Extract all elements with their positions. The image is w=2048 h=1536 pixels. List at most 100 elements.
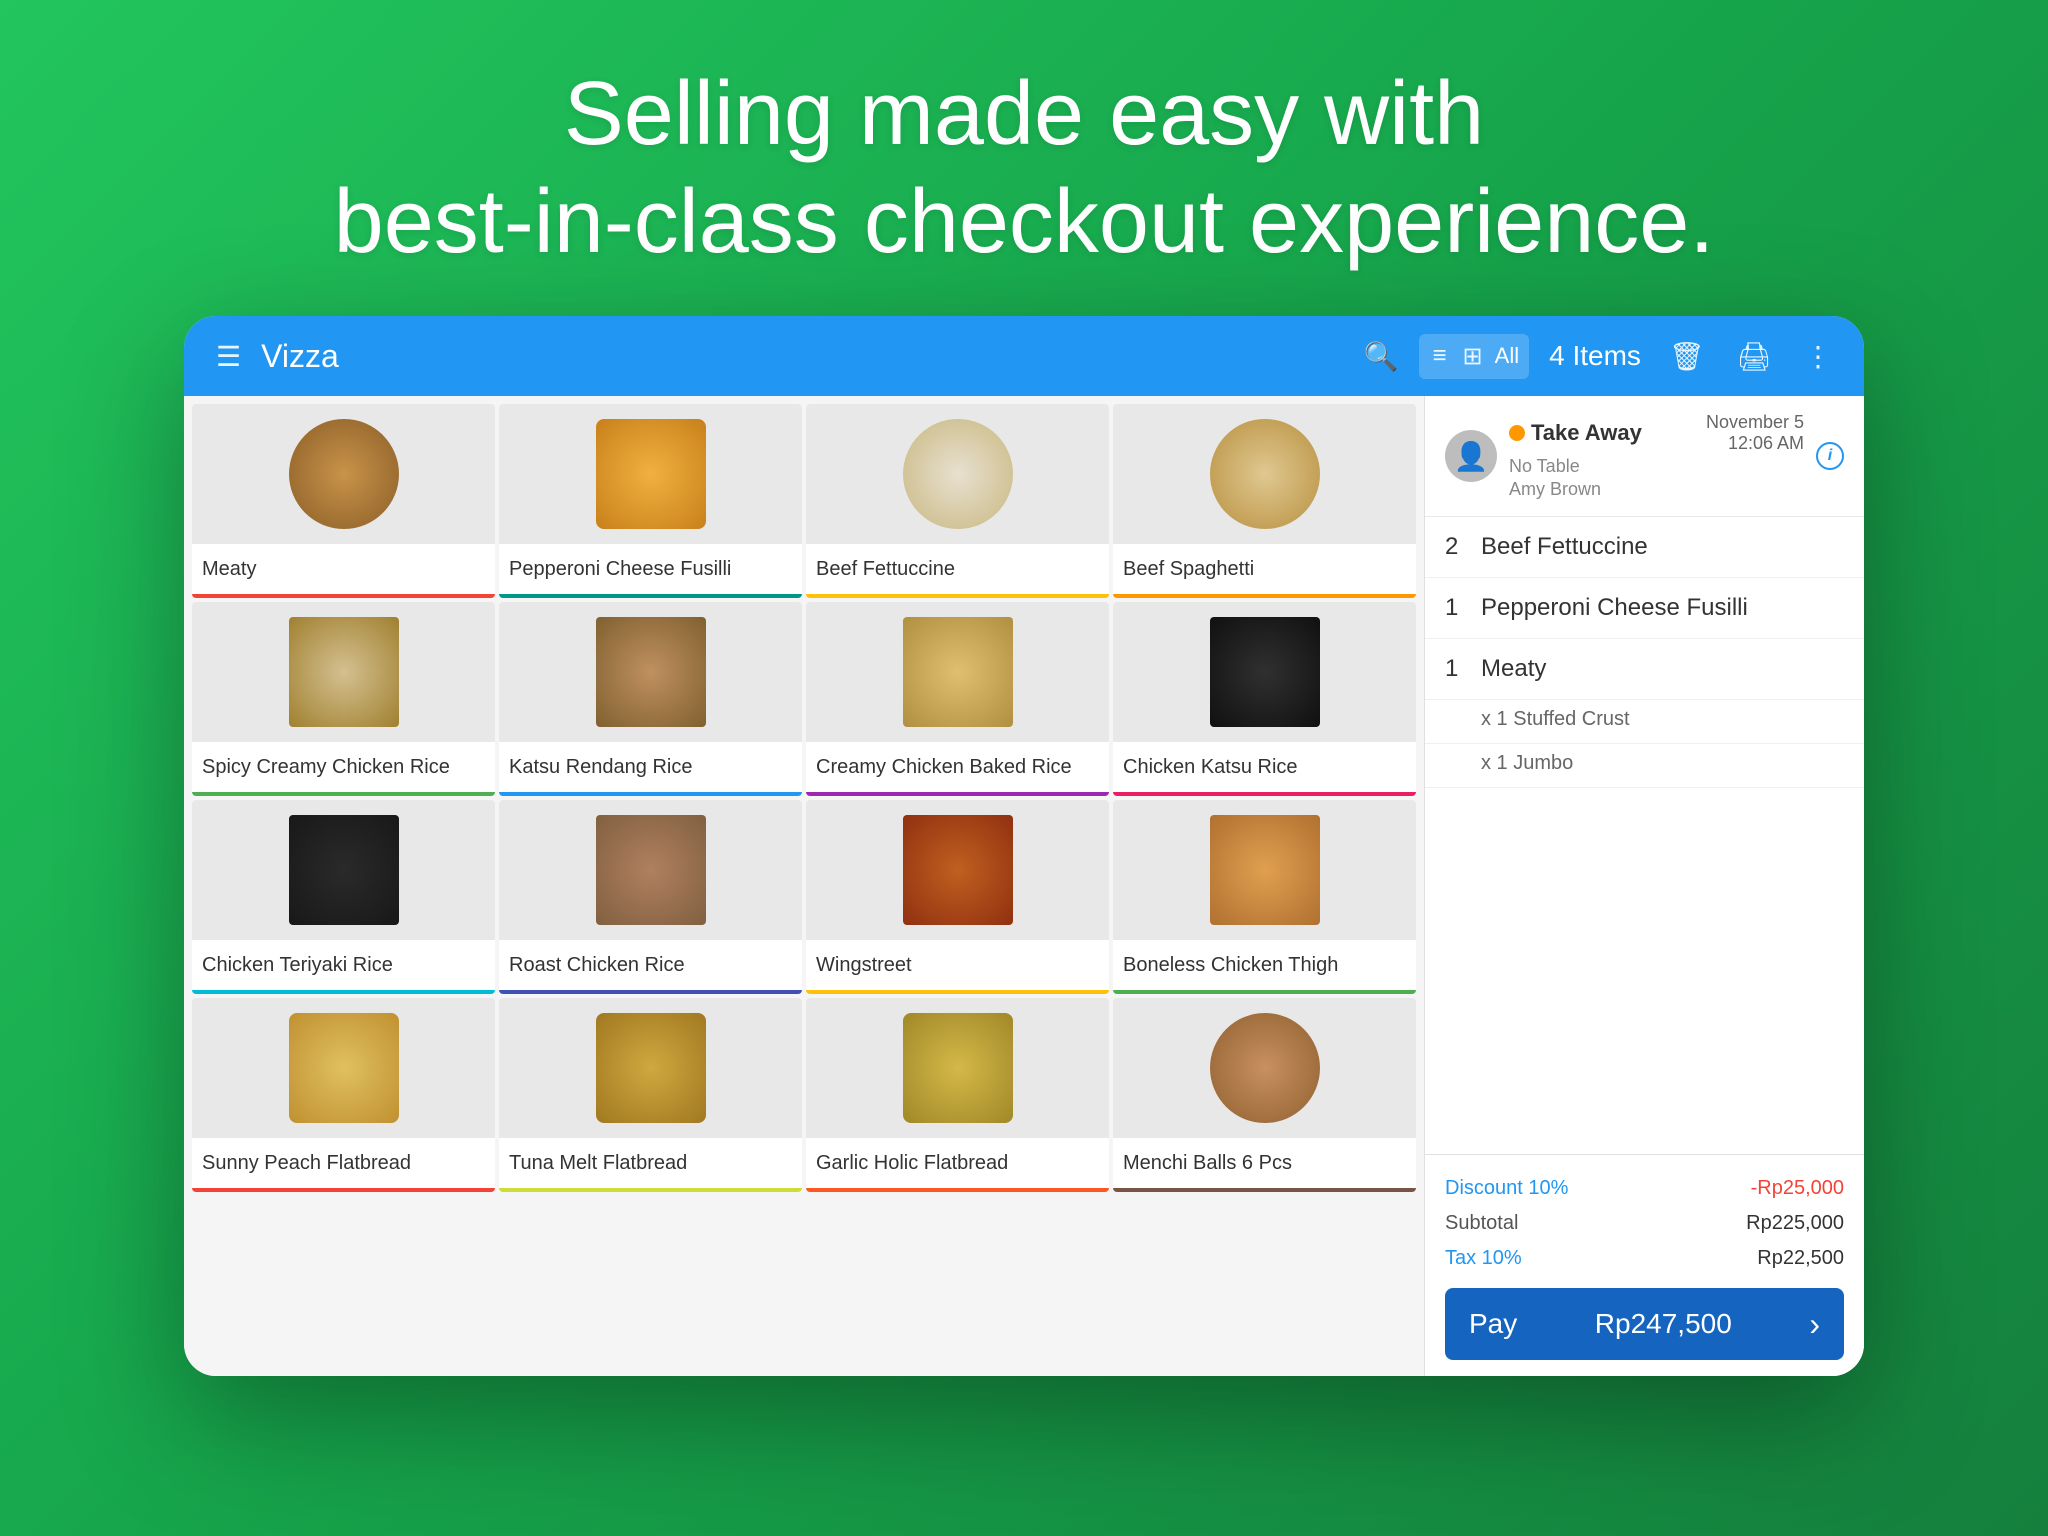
menu-item-name: Chicken Teriyaki Rice — [192, 940, 495, 990]
menu-item-bar — [499, 792, 802, 796]
discount-label: Discount 10% — [1445, 1177, 1568, 1200]
food-image — [289, 617, 399, 727]
food-image — [903, 815, 1013, 925]
food-image — [903, 1013, 1013, 1123]
food-image — [903, 419, 1013, 529]
pay-button[interactable]: Pay Rp247,500 › — [1445, 1288, 1844, 1360]
menu-item[interactable]: Tuna Melt Flatbread — [499, 998, 802, 1192]
menu-item-image — [1113, 800, 1416, 940]
order-type-label: Take Away — [1531, 420, 1642, 446]
view-toggle: ≡ ⊞ All — [1419, 334, 1530, 379]
avatar-icon: 👤 — [1454, 440, 1489, 473]
subtotal-label: Subtotal — [1445, 1212, 1518, 1235]
menu-item[interactable]: Pepperoni Cheese Fusilli — [499, 404, 802, 598]
menu-item-name: Roast Chicken Rice — [499, 940, 802, 990]
order-header: 👤 Take Away November 5 12:06 AM No Table — [1425, 396, 1864, 517]
subtotal-row: Subtotal Rp225,000 — [1445, 1206, 1844, 1241]
menu-item[interactable]: Wingstreet — [806, 800, 1109, 994]
menu-item-name: Sunny Peach Flatbread — [192, 1138, 495, 1188]
food-image — [596, 419, 706, 529]
menu-item[interactable]: Spicy Creamy Chicken Rice — [192, 602, 495, 796]
delete-button[interactable]: 🗑 — [1665, 336, 1709, 377]
pay-amount: Rp247,500 — [1595, 1308, 1732, 1340]
menu-item[interactable]: Roast Chicken Rice — [499, 800, 802, 994]
list-view-button[interactable]: ≡ — [1429, 338, 1451, 374]
search-button[interactable]: 🔍 — [1360, 336, 1403, 377]
menu-item-image — [806, 998, 1109, 1138]
order-sub-row: x 1 Jumbo — [1425, 744, 1864, 788]
discount-row: Discount 10% -Rp25,000 — [1445, 1171, 1844, 1206]
menu-item[interactable]: Chicken Katsu Rice — [1113, 602, 1416, 796]
order-panel: 👤 Take Away November 5 12:06 AM No Table — [1424, 396, 1864, 1376]
menu-item[interactable]: Sunny Peach Flatbread — [192, 998, 495, 1192]
order-sub-name: x 1 Jumbo — [1481, 752, 1573, 774]
order-sub-row: x 1 Stuffed Crust — [1425, 700, 1864, 744]
order-item-row[interactable]: 2 Beef Fettuccine — [1425, 517, 1864, 578]
order-item-name: Meaty — [1481, 655, 1844, 683]
food-image — [289, 1013, 399, 1123]
menu-item[interactable]: Menchi Balls 6 Pcs — [1113, 998, 1416, 1192]
tax-row: Tax 10% Rp22,500 — [1445, 1241, 1844, 1276]
more-options-button[interactable]: ⋮ — [1800, 336, 1836, 377]
info-icon[interactable]: i — [1816, 442, 1844, 470]
grid-view-button[interactable]: ⊞ — [1459, 338, 1487, 375]
menu-item-name: Katsu Rendang Rice — [499, 742, 802, 792]
menu-item-image — [192, 602, 495, 742]
menu-item-image — [1113, 602, 1416, 742]
menu-item[interactable]: Meaty — [192, 404, 495, 598]
order-item-row[interactable]: 1 Meaty — [1425, 639, 1864, 700]
all-label: All — [1495, 343, 1519, 369]
menu-item-bar — [1113, 594, 1416, 598]
top-bar-center: 🔍 ≡ ⊞ All — [1360, 334, 1529, 379]
menu-item-image — [192, 998, 495, 1138]
hero-line1: Selling made easy with — [564, 64, 1484, 164]
order-info: Take Away November 5 12:06 AM No Table A… — [1509, 412, 1804, 500]
menu-item-name: Meaty — [192, 544, 495, 594]
device-frame: ☰ Vizza 🔍 ≡ ⊞ All 4 Items 🗑 🖨 ⋮ Meaty — [184, 316, 1864, 1376]
food-image — [1210, 617, 1320, 727]
avatar: 👤 — [1445, 430, 1497, 482]
order-time: 12:06 AM — [1728, 433, 1804, 454]
menu-item-name: Garlic Holic Flatbread — [806, 1138, 1109, 1188]
pay-label: Pay — [1469, 1308, 1517, 1340]
order-items: 2 Beef Fettuccine 1 Pepperoni Cheese Fus… — [1425, 517, 1864, 1154]
menu-grid: Meaty Pepperoni Cheese Fusilli Beef Fett… — [192, 404, 1416, 1192]
main-content: Meaty Pepperoni Cheese Fusilli Beef Fett… — [184, 396, 1864, 1376]
hamburger-button[interactable]: ☰ — [212, 336, 245, 377]
takeaway-dot — [1509, 425, 1525, 441]
menu-item-name: Creamy Chicken Baked Rice — [806, 742, 1109, 792]
food-image — [289, 815, 399, 925]
menu-item-name: Chicken Katsu Rice — [1113, 742, 1416, 792]
menu-item[interactable]: Katsu Rendang Rice — [499, 602, 802, 796]
food-image — [596, 617, 706, 727]
hero-line2: best-in-class checkout experience. — [334, 172, 1715, 272]
order-item-row[interactable]: 1 Pepperoni Cheese Fusilli — [1425, 578, 1864, 639]
menu-item[interactable]: Boneless Chicken Thigh — [1113, 800, 1416, 994]
menu-item[interactable]: Chicken Teriyaki Rice — [192, 800, 495, 994]
print-button[interactable]: 🖨 — [1732, 336, 1776, 377]
menu-item[interactable]: Garlic Holic Flatbread — [806, 998, 1109, 1192]
tax-value: Rp22,500 — [1757, 1247, 1844, 1270]
menu-item-bar — [192, 1188, 495, 1192]
subtotal-value: Rp225,000 — [1746, 1212, 1844, 1235]
menu-item-image — [192, 404, 495, 544]
menu-item-image — [806, 404, 1109, 544]
menu-item-bar — [1113, 990, 1416, 994]
food-image — [596, 815, 706, 925]
menu-item[interactable]: Beef Fettuccine — [806, 404, 1109, 598]
order-table: No Table — [1509, 456, 1804, 477]
order-item-name: Pepperoni Cheese Fusilli — [1481, 594, 1844, 622]
menu-item-image — [499, 602, 802, 742]
menu-item-name: Beef Spaghetti — [1113, 544, 1416, 594]
food-image — [1210, 1013, 1320, 1123]
menu-item[interactable]: Creamy Chicken Baked Rice — [806, 602, 1109, 796]
menu-item[interactable]: Beef Spaghetti — [1113, 404, 1416, 598]
menu-item-bar — [192, 594, 495, 598]
tax-label: Tax 10% — [1445, 1247, 1522, 1270]
top-bar-right: 4 Items 🗑 🖨 ⋮ — [1549, 336, 1836, 377]
menu-item-image — [499, 404, 802, 544]
order-type-row: Take Away November 5 12:06 AM — [1509, 412, 1804, 454]
menu-item-image — [806, 800, 1109, 940]
menu-item-image — [499, 800, 802, 940]
pay-arrow-icon: › — [1809, 1306, 1820, 1343]
